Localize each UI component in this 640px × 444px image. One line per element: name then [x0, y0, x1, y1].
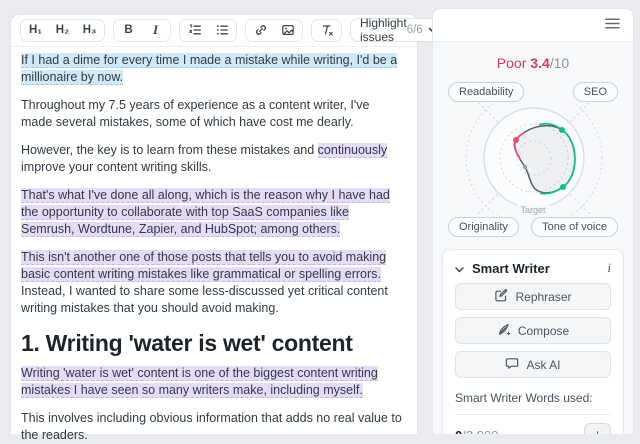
clear-formatting-icon	[320, 23, 334, 37]
highlighted-text-purple[interactable]: Writing 'water is wet' content is one of…	[21, 366, 378, 398]
smart-writer-header[interactable]: Smart Writer i	[455, 260, 611, 276]
editor-content[interactable]: If I had a dime for every time I made a …	[11, 47, 417, 444]
divider	[455, 414, 611, 415]
words-used-value: 0	[455, 428, 462, 435]
editor-paragraph: Throughout my 7.5 years of experience as…	[21, 97, 404, 131]
list-buttons-group	[179, 18, 237, 42]
h3-button[interactable]: H₃	[76, 21, 103, 40]
assistant-panel-header	[433, 9, 633, 42]
highlighted-text-purple[interactable]: continuously	[317, 143, 388, 158]
text-segment: However, the key is to learn from these …	[21, 143, 318, 157]
text-segment: Throughout my 7.5 years of experience as…	[21, 98, 370, 129]
text-segment: 1. Writing 'water is wet' content	[21, 330, 353, 356]
words-counter-row: 0/2,000 +	[455, 423, 611, 434]
image-icon	[281, 23, 295, 37]
editor-paragraph: However, the key is to learn from these …	[21, 142, 404, 176]
editor-panel: H₁ H₂ H₃ B I Highlight issues 6/6 If I h…	[10, 14, 448, 442]
info-icon[interactable]: i	[607, 260, 611, 276]
assistant-panel: Poor 3.4/10 Readability SEO Target Origi…	[432, 8, 634, 434]
highlight-issues-count: 6/6	[406, 24, 423, 36]
chevron-down-icon	[455, 261, 464, 276]
tone-of-voice-pill[interactable]: Tone of voice	[531, 217, 618, 237]
chat-bubble-icon	[505, 356, 519, 373]
editor-toolbar: H₁ H₂ H₃ B I Highlight issues 6/6	[11, 15, 448, 47]
text-segment: improve your content writing skills.	[21, 160, 212, 174]
h1-button[interactable]: H₁	[22, 21, 49, 40]
readability-point	[513, 137, 519, 143]
content-score: Poor 3.4/10	[433, 55, 633, 71]
ask-ai-button[interactable]: Ask AI	[455, 351, 611, 378]
smart-writer-title: Smart Writer	[472, 260, 550, 276]
unordered-list-button[interactable]	[208, 21, 235, 40]
bold-button[interactable]: B	[115, 21, 142, 40]
score-radar-chart: Target	[433, 103, 633, 215]
score-rating-label: Poor	[496, 55, 527, 71]
readability-pill[interactable]: Readability	[448, 82, 525, 102]
link-icon	[254, 23, 268, 37]
editor-heading: 1. Writing 'water is wet' content	[21, 328, 404, 358]
h2-button[interactable]: H₂	[49, 21, 76, 40]
clear-formatting-button[interactable]	[313, 21, 340, 40]
format-buttons-group: B I	[113, 18, 171, 42]
text-segment: This involves including obvious informat…	[21, 411, 402, 442]
link-button[interactable]	[247, 21, 274, 40]
insert-buttons-group	[245, 18, 303, 42]
radar-top-labels: Readability SEO	[433, 82, 633, 102]
tone-of-voice-point	[560, 184, 566, 190]
editor-paragraph: If I had a dime for every time I made a …	[21, 52, 404, 86]
rephraser-button[interactable]: Rephraser	[455, 283, 611, 310]
editor-paragraph: This involves including obvious informat…	[21, 410, 404, 444]
smart-writer-card: Smart Writer i Rephraser Compose Ask AI …	[442, 249, 624, 434]
editor-paragraph: Writing 'water is wet' content is one of…	[21, 365, 404, 399]
radar-target-label: Target	[516, 205, 550, 215]
radar-chart-svg	[465, 103, 603, 215]
pencil-square-icon	[494, 288, 508, 305]
heading-buttons-group: H₁ H₂ H₃	[20, 18, 105, 42]
originality-pill[interactable]: Originality	[448, 217, 519, 237]
ordered-list-button[interactable]	[181, 21, 208, 40]
menu-icon[interactable]	[605, 16, 620, 34]
italic-button[interactable]: I	[142, 21, 169, 40]
highlighted-text-blue[interactable]: If I had a dime for every time I made a …	[21, 53, 398, 85]
originality-point	[522, 164, 528, 170]
add-words-button[interactable]: +	[584, 423, 611, 434]
seo-pill[interactable]: SEO	[572, 82, 618, 102]
score-max: /10	[549, 55, 570, 71]
seo-point	[559, 127, 565, 133]
score-value: 3.4	[530, 55, 550, 71]
highlighted-text-purple[interactable]: This isn't another one of those posts th…	[21, 250, 387, 282]
compose-button[interactable]: Compose	[455, 317, 611, 344]
unordered-list-icon	[215, 23, 229, 37]
highlighted-text-purple[interactable]: That's what I've done all along, which i…	[21, 188, 390, 237]
editor-paragraph: This isn't another one of those posts th…	[21, 249, 404, 317]
ask-ai-label: Ask AI	[526, 357, 561, 372]
text-segment: Instead, I wanted to share some less-dis…	[21, 284, 388, 315]
compose-label: Compose	[517, 323, 570, 338]
radar-bottom-labels: Originality Tone of voice	[433, 217, 633, 237]
words-limit: /2,000	[462, 428, 498, 435]
pen-icon	[497, 322, 511, 339]
highlight-issues-label: Highlight issues	[360, 16, 407, 44]
editor-paragraph: That's what I've done all along, which i…	[21, 187, 404, 238]
words-used-label: Smart Writer Words used:	[455, 391, 593, 405]
clear-format-group	[311, 18, 342, 42]
ordered-list-icon	[188, 23, 202, 37]
rephraser-label: Rephraser	[515, 289, 572, 304]
image-button[interactable]	[274, 21, 301, 40]
